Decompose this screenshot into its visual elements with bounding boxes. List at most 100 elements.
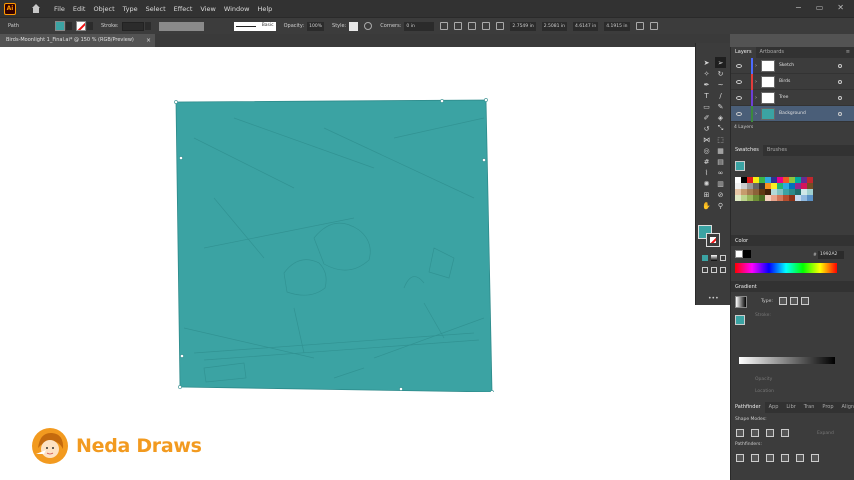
radial-gradient-icon[interactable]	[790, 297, 798, 305]
stroke-none-swatch[interactable]	[75, 21, 86, 31]
style-swatch[interactable]	[349, 21, 359, 31]
document-tab[interactable]: Birds-Moonlight 1_Final.ai* @ 150 % (RGB…	[0, 34, 155, 47]
draw-inside-icon[interactable]	[720, 267, 726, 273]
color-panel-title[interactable]: Color	[735, 238, 748, 244]
eye-icon[interactable]	[736, 111, 742, 116]
hand-tool-icon[interactable]: ✋	[701, 200, 712, 211]
stroke-dropdown[interactable]	[86, 22, 93, 30]
arrange-docs-icon[interactable]	[649, 22, 658, 30]
chevron-right-icon[interactable]: ›	[755, 111, 757, 117]
intersect-icon[interactable]	[766, 429, 774, 437]
eye-icon[interactable]	[736, 63, 742, 68]
menu-effect[interactable]: Effect	[174, 5, 193, 13]
rectangle-tool-icon[interactable]: ▭	[701, 101, 712, 112]
align-left-icon[interactable]	[454, 22, 463, 30]
shape-builder-tool-icon[interactable]: ◎	[701, 145, 712, 156]
menu-select[interactable]: Select	[146, 5, 166, 13]
minus-back-icon[interactable]	[811, 454, 819, 462]
lasso-tool-icon[interactable]: ↻	[715, 68, 726, 79]
slice-tool-icon[interactable]: ⊘	[715, 189, 726, 200]
artboard-canvas[interactable]: Neda Draws	[0, 47, 730, 480]
tab-pathfinder[interactable]: Pathfinder	[731, 402, 765, 413]
transform-icon[interactable]	[496, 22, 505, 30]
stroke-label[interactable]: Stroke:	[101, 23, 119, 29]
menu-view[interactable]: View	[200, 5, 215, 13]
align-right-icon[interactable]	[482, 22, 491, 30]
color-swatch[interactable]	[807, 195, 813, 201]
swatch-fill-preview[interactable]	[735, 161, 745, 171]
menu-type[interactable]: Type	[123, 5, 138, 13]
layer-row-birds[interactable]: › Birds	[731, 73, 854, 90]
tab-layers[interactable]: Layers	[731, 47, 756, 58]
trim-icon[interactable]	[751, 454, 759, 462]
hex-input[interactable]: 1992A2	[818, 251, 844, 259]
layer-name[interactable]: Background	[779, 111, 806, 116]
maximize-button[interactable]: ▭	[816, 3, 824, 12]
layer-name[interactable]: Tree	[779, 95, 788, 100]
none-mode-icon[interactable]	[720, 255, 726, 261]
minimize-button[interactable]: −	[795, 3, 802, 12]
align-center-icon[interactable]	[468, 22, 477, 30]
target-icon[interactable]	[838, 95, 842, 100]
selection-tool-icon[interactable]: ➤	[701, 57, 712, 68]
width-field[interactable]: 4.6147 in	[572, 21, 599, 31]
gradient-slider[interactable]	[739, 357, 835, 364]
blend-tool-icon[interactable]: ∞	[715, 167, 726, 178]
stroke-weight-dropdown[interactable]	[144, 22, 151, 30]
target-icon[interactable]	[838, 111, 842, 116]
panel-menu-icon[interactable]: ≡	[846, 49, 850, 55]
menu-object[interactable]: Object	[93, 5, 114, 13]
tab-brushes[interactable]: Brushes	[763, 145, 791, 156]
fill-dropdown[interactable]	[65, 22, 72, 30]
height-field[interactable]: 4.1915 in	[604, 21, 630, 31]
menu-edit[interactable]: Edit	[73, 5, 86, 13]
brush-definition[interactable]: Basic	[233, 21, 276, 31]
gradient-tool-icon[interactable]: ▤	[715, 156, 726, 167]
x-field[interactable]: 2.7549 in	[510, 21, 536, 31]
tab-artboards[interactable]: Artboards	[756, 47, 788, 58]
edit-toolbar-icon[interactable]: •••	[708, 295, 719, 302]
menu-file[interactable]: File	[54, 5, 65, 13]
menu-help[interactable]: Help	[257, 5, 272, 13]
scale-tool-icon[interactable]: ⤡	[715, 123, 726, 134]
gradient-fill-chip[interactable]	[735, 315, 745, 325]
draw-normal-icon[interactable]	[702, 267, 708, 273]
eyedropper-tool-icon[interactable]: ⌇	[701, 167, 712, 178]
draw-behind-icon[interactable]	[711, 267, 717, 273]
home-icon[interactable]	[30, 3, 42, 15]
minus-front-icon[interactable]	[751, 429, 759, 437]
outline-icon[interactable]	[796, 454, 804, 462]
curvature-tool-icon[interactable]: ~	[715, 79, 726, 90]
close-window-button[interactable]: ✕	[837, 3, 844, 12]
transform-options-icon[interactable]	[635, 22, 644, 30]
layer-row-background[interactable]: › Background	[731, 105, 854, 122]
tab-libraries[interactable]: Libr	[782, 402, 799, 413]
graph-tool-icon[interactable]: ▥	[715, 178, 726, 189]
gradient-preview[interactable]	[735, 296, 747, 308]
linear-gradient-icon[interactable]	[779, 297, 787, 305]
rotate-tool-icon[interactable]: ↺	[701, 123, 712, 134]
pencil-tool-icon[interactable]: ✐	[701, 112, 712, 123]
gradient-panel-title[interactable]: Gradient	[735, 284, 757, 290]
eye-icon[interactable]	[736, 79, 742, 84]
magic-wand-tool-icon[interactable]: ✧	[701, 68, 712, 79]
corners-label[interactable]: Corners:	[380, 23, 401, 29]
chevron-right-icon[interactable]: ›	[755, 95, 757, 101]
opacity-label[interactable]: Opacity:	[284, 23, 305, 29]
line-tool-icon[interactable]: /	[715, 90, 726, 101]
tab-properties[interactable]: Prop	[818, 402, 837, 413]
tab-swatches[interactable]: Swatches	[731, 145, 763, 156]
layer-row-tree[interactable]: › Tree	[731, 89, 854, 106]
chevron-right-icon[interactable]: ›	[755, 63, 757, 69]
variable-width-profile[interactable]	[158, 21, 204, 31]
perspective-grid-tool-icon[interactable]: ▦	[715, 145, 726, 156]
y-field[interactable]: 2.5081 in	[541, 21, 567, 31]
layer-row-sketch[interactable]: › Sketch	[731, 57, 854, 74]
eye-icon[interactable]	[736, 95, 742, 100]
close-tab-icon[interactable]: ×	[146, 34, 151, 47]
stroke-box[interactable]	[706, 233, 720, 247]
tab-appearance[interactable]: App	[765, 402, 783, 413]
free-transform-tool-icon[interactable]: ⬚	[715, 134, 726, 145]
layer-name[interactable]: Birds	[779, 79, 790, 84]
color-spectrum[interactable]	[735, 263, 837, 273]
